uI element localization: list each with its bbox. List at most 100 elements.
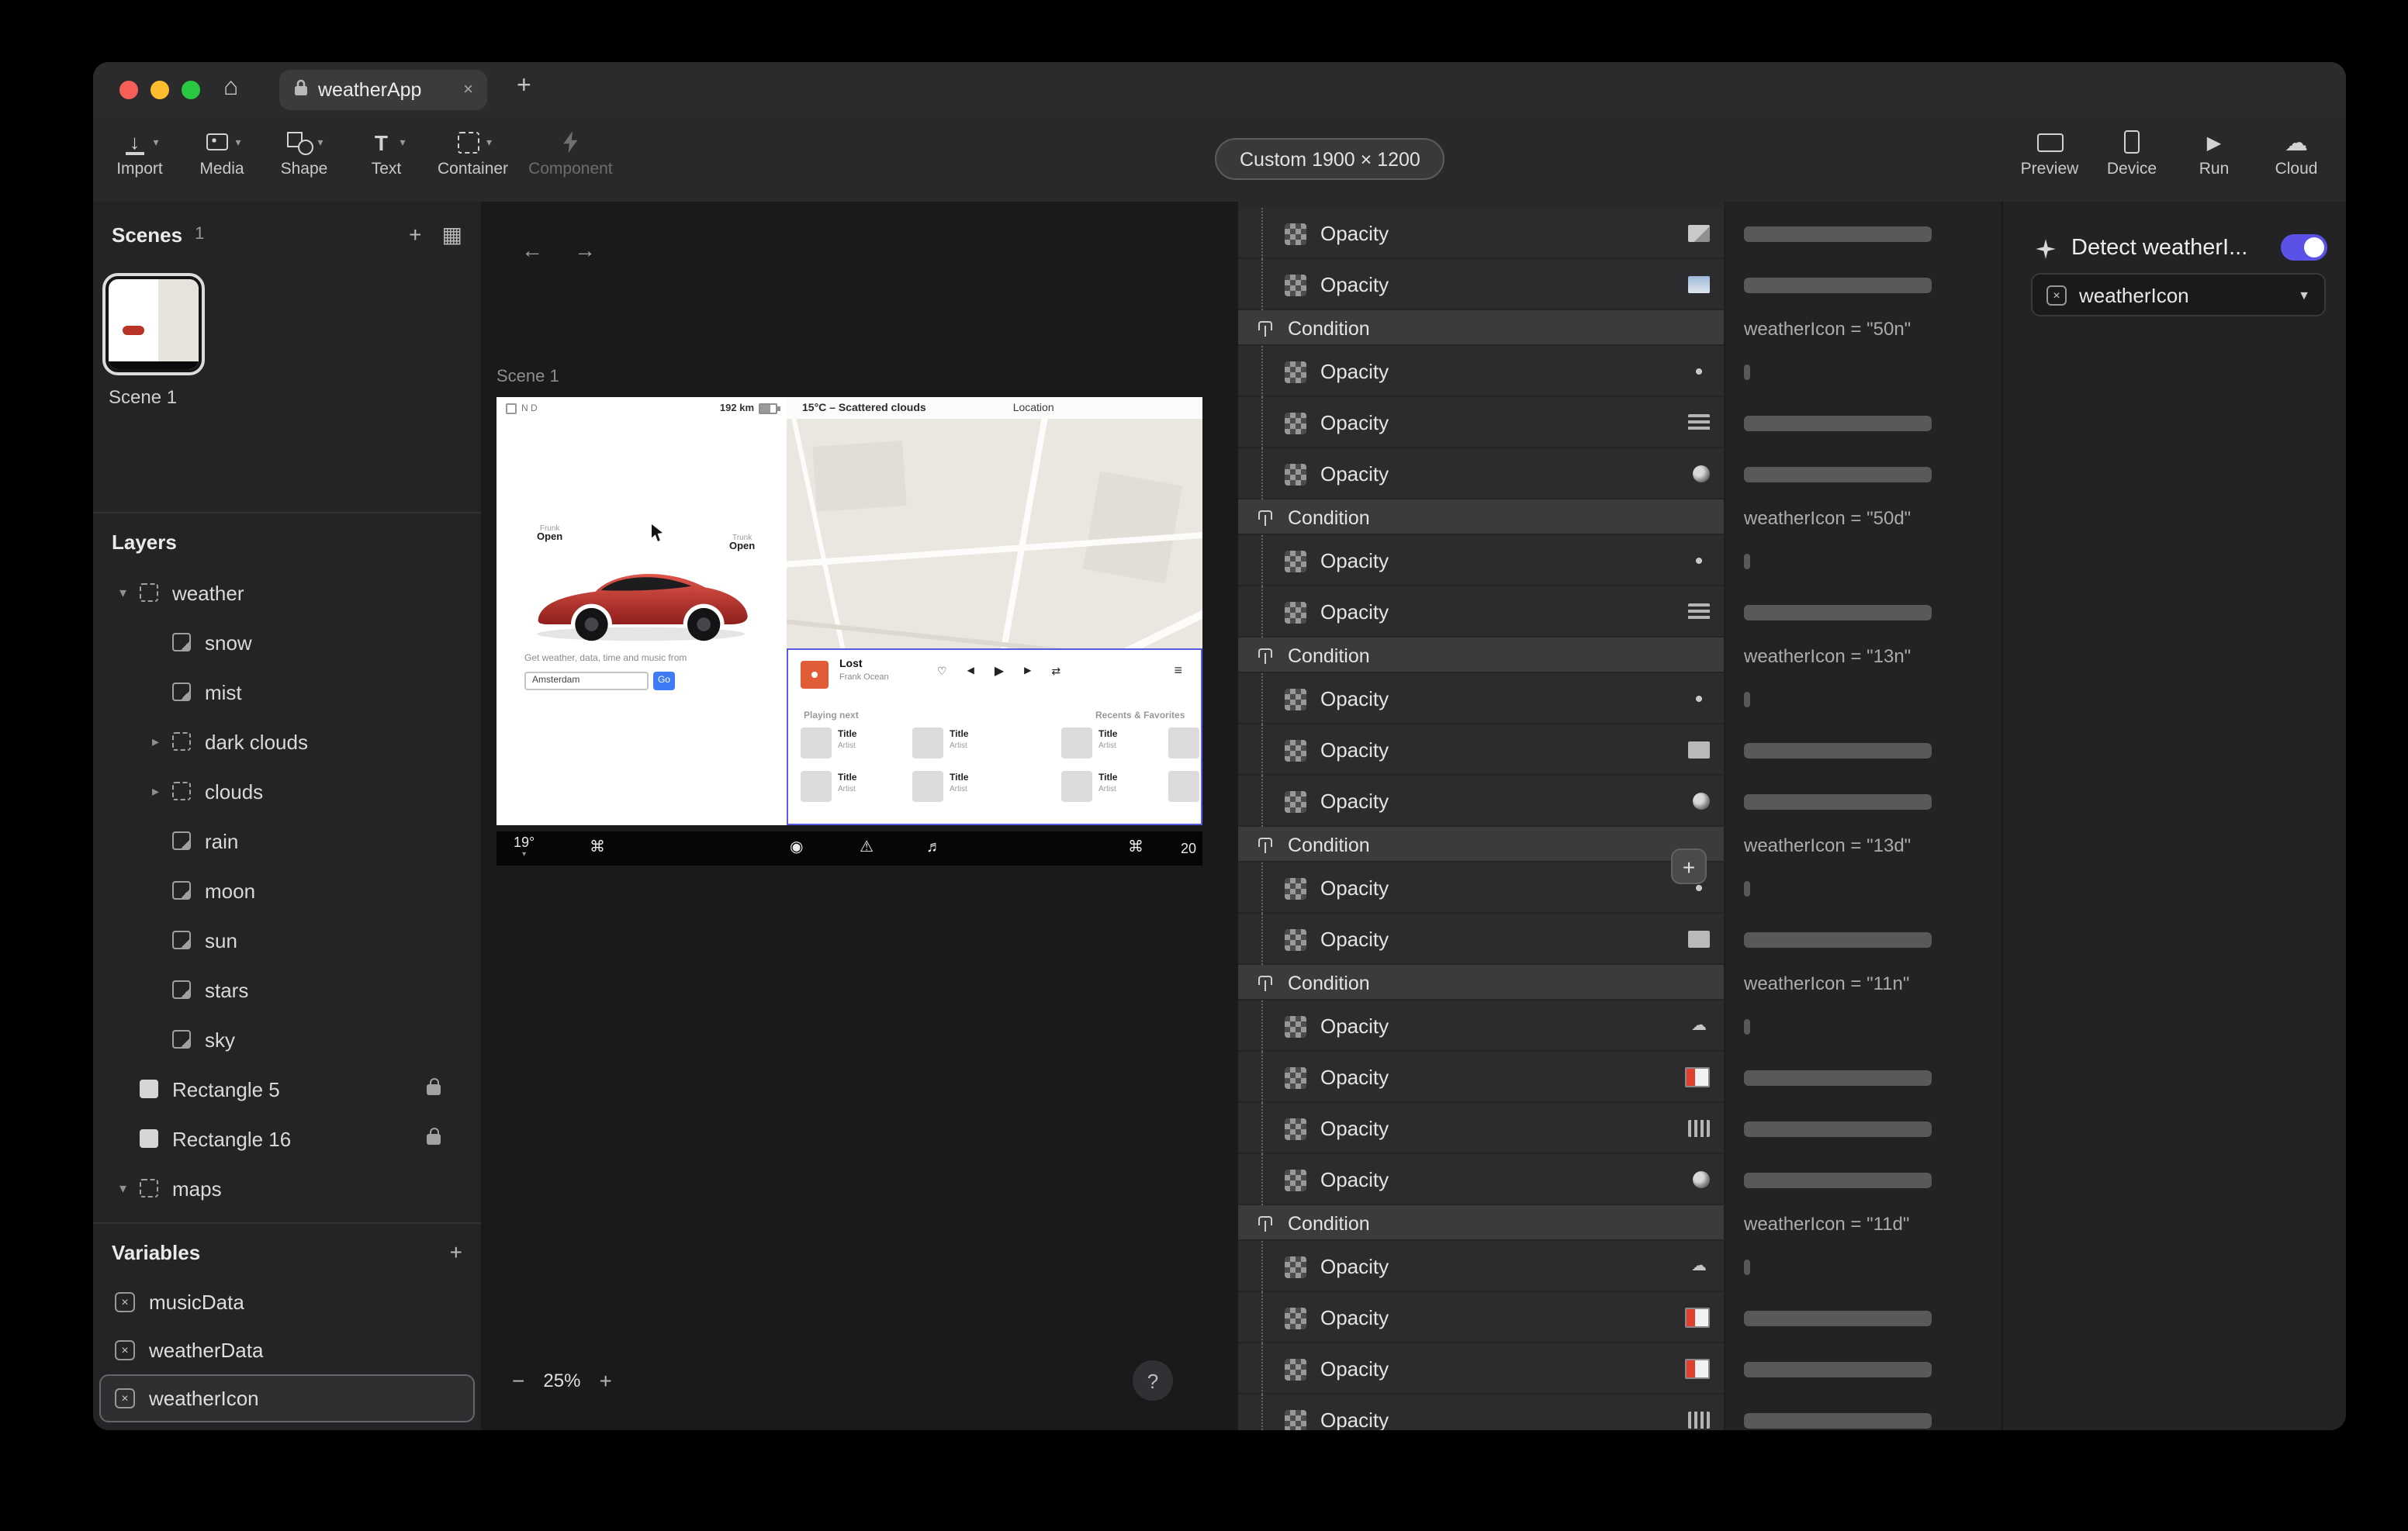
- layer-row[interactable]: snow: [93, 617, 481, 667]
- variable-dropdown[interactable]: weatherIcon ▼: [2031, 273, 2326, 316]
- response-row[interactable]: Opacity: [1238, 1394, 2003, 1430]
- opacity-value-bar[interactable]: [1744, 1412, 1932, 1428]
- response-row[interactable]: Opacity: [1238, 776, 2003, 827]
- song-tile[interactable]: Title Artist: [1061, 771, 1168, 814]
- karaoke-icon[interactable]: ♬: [926, 839, 942, 856]
- canvas[interactable]: ← → Scene 1 N D 192 km Frunk Open Trunk …: [481, 202, 1237, 1430]
- queue-icon[interactable]: ≡: [1174, 662, 1182, 678]
- scene-board-icon[interactable]: ▦: [442, 221, 462, 247]
- frunk-open-button[interactable]: Open: [537, 533, 562, 543]
- opacity-value-bar[interactable]: [1744, 742, 1932, 758]
- song-tile[interactable]: Title Artist: [1168, 771, 1201, 814]
- response-row[interactable]: Opacity: [1238, 914, 2003, 965]
- layer-row[interactable]: weather: [93, 568, 481, 617]
- response-row[interactable]: Condition weatherIcon = "11d": [1238, 1205, 2003, 1241]
- song-tile[interactable]: Title Artist: [801, 727, 912, 771]
- response-row[interactable]: Opacity: [1238, 862, 2003, 914]
- command-icon[interactable]: ⌘: [590, 839, 605, 856]
- response-row[interactable]: Opacity: [1238, 1241, 2003, 1292]
- toolbar-tool[interactable]: ▾ Component: [528, 129, 613, 178]
- response-row[interactable]: Condition weatherIcon = "50d": [1238, 499, 2003, 535]
- canvas-size-button[interactable]: Custom 1900 × 1200: [1215, 138, 1445, 180]
- warning-icon[interactable]: ⚠: [860, 839, 874, 856]
- opacity-value-bar[interactable]: [1744, 1259, 1750, 1274]
- response-row[interactable]: Condition weatherIcon = "13n": [1238, 638, 2003, 673]
- response-row[interactable]: Condition weatherIcon = "50n": [1238, 310, 2003, 346]
- layer-row[interactable]: sun: [93, 915, 481, 965]
- scene-artboard[interactable]: N D 192 km Frunk Open Trunk Open Get wea…: [496, 397, 1202, 866]
- response-row[interactable]: Condition weatherIcon = "13d": [1238, 827, 2003, 862]
- like-icon[interactable]: ♡: [937, 665, 947, 677]
- shuffle-icon[interactable]: ⇄: [1051, 665, 1060, 677]
- next-icon[interactable]: ▶: [1024, 665, 1031, 676]
- chevron-icon[interactable]: [152, 733, 172, 750]
- toolbar-tool[interactable]: Run: [2183, 129, 2245, 178]
- song-tile[interactable]: Title Artist: [912, 727, 1024, 771]
- layer-row[interactable]: Rectangle 5: [93, 1064, 481, 1114]
- response-row[interactable]: Opacity: [1238, 724, 2003, 776]
- opacity-value-bar[interactable]: [1744, 1018, 1750, 1034]
- add-variable-button[interactable]: +: [450, 1239, 462, 1264]
- response-row[interactable]: Opacity: [1238, 1052, 2003, 1103]
- variable-row[interactable]: weatherIcon: [99, 1374, 475, 1422]
- song-tile[interactable]: Title Artist: [1061, 727, 1168, 771]
- layer-row[interactable]: dark clouds: [93, 717, 481, 766]
- close-tab-icon[interactable]: ×: [463, 81, 473, 99]
- toolbar-tool[interactable]: Device: [2101, 129, 2163, 178]
- opacity-value-bar[interactable]: [1744, 1121, 1932, 1136]
- scene-name[interactable]: Scene 1: [109, 386, 177, 408]
- chevron-icon[interactable]: [152, 783, 172, 800]
- opacity-value-bar[interactable]: [1744, 793, 1932, 809]
- toolbar-tool[interactable]: ▾ Shape: [273, 129, 335, 178]
- toolbar-tool[interactable]: ▾ Import: [109, 129, 171, 178]
- layer-row[interactable]: sky: [93, 1014, 481, 1064]
- response-row[interactable]: Opacity: [1238, 397, 2003, 448]
- response-row[interactable]: Condition weatherIcon = "11n": [1238, 965, 2003, 1001]
- add-response-button[interactable]: +: [1671, 848, 1707, 884]
- close-window-button[interactable]: [119, 81, 138, 99]
- response-row[interactable]: Opacity: [1238, 1154, 2003, 1205]
- music-disc-icon[interactable]: ◉: [790, 839, 803, 856]
- toolbar-tool[interactable]: ▾ Media: [191, 129, 253, 178]
- response-row[interactable]: Opacity: [1238, 586, 2003, 638]
- response-row[interactable]: Opacity: [1238, 535, 2003, 586]
- chevron-icon[interactable]: [119, 584, 140, 601]
- opacity-value-bar[interactable]: [1744, 553, 1750, 569]
- layer-row[interactable]: rain: [93, 816, 481, 866]
- play-icon[interactable]: ▶: [995, 664, 1004, 678]
- response-row[interactable]: Opacity: [1238, 448, 2003, 499]
- opacity-value-bar[interactable]: [1744, 1361, 1932, 1377]
- opacity-value-bar[interactable]: [1744, 880, 1750, 896]
- song-tile[interactable]: Title Artist: [1168, 727, 1201, 771]
- opacity-value-bar[interactable]: [1744, 691, 1750, 707]
- scene-thumbnail[interactable]: [102, 273, 205, 375]
- opacity-value-bar[interactable]: [1744, 1172, 1932, 1187]
- response-row[interactable]: Opacity: [1238, 1103, 2003, 1154]
- add-scene-button[interactable]: +: [409, 222, 421, 247]
- opacity-value-bar[interactable]: [1744, 1310, 1932, 1325]
- toolbar-tool[interactable]: ▾ Container: [438, 129, 508, 178]
- opacity-value-bar[interactable]: [1744, 466, 1932, 482]
- opacity-value-bar[interactable]: [1744, 226, 1932, 241]
- tab-weatherapp[interactable]: weatherApp ×: [279, 70, 487, 110]
- layer-row[interactable]: moon: [93, 866, 481, 915]
- forward-button[interactable]: →: [574, 237, 596, 262]
- layer-row[interactable]: Rectangle 16: [93, 1114, 481, 1163]
- opacity-value-bar[interactable]: [1744, 277, 1932, 292]
- response-row[interactable]: Opacity: [1238, 208, 2003, 259]
- response-row[interactable]: Opacity: [1238, 1292, 2003, 1343]
- response-row[interactable]: Opacity: [1238, 1343, 2003, 1394]
- song-tile[interactable]: Title Artist: [801, 771, 912, 814]
- help-button[interactable]: ?: [1133, 1360, 1173, 1401]
- opacity-value-bar[interactable]: [1744, 604, 1932, 620]
- opacity-value-bar[interactable]: [1744, 1070, 1932, 1085]
- lock-icon[interactable]: [427, 1077, 441, 1094]
- variable-row[interactable]: weatherData: [99, 1326, 475, 1374]
- opacity-value-bar[interactable]: [1744, 415, 1932, 430]
- opacity-value-bar[interactable]: [1744, 931, 1932, 947]
- city-input[interactable]: Amsterdam: [524, 672, 649, 690]
- command-icon[interactable]: ⌘: [1128, 839, 1143, 856]
- variable-row[interactable]: musicData: [99, 1278, 475, 1326]
- trigger-toggle[interactable]: [2281, 234, 2327, 261]
- toolbar-tool[interactable]: Preview: [2019, 129, 2081, 178]
